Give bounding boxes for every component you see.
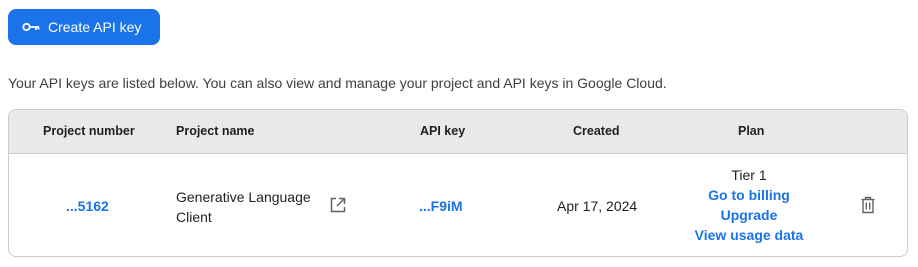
header-project-name: Project name — [176, 124, 255, 138]
plan-cell: Tier 1 Go to billing Upgrade View usage … — [649, 165, 849, 245]
header-api-key: API key — [420, 124, 466, 138]
open-in-new-icon[interactable] — [329, 196, 347, 214]
header-created: Created — [573, 124, 620, 138]
go-to-billing-link[interactable]: Go to billing — [708, 185, 790, 205]
api-keys-table: Project number Project name API key Crea… — [8, 109, 908, 257]
create-api-key-label: Create API key — [48, 19, 142, 35]
header-plan: Plan — [738, 124, 765, 138]
header-project-number: Project number — [43, 124, 135, 138]
api-key-link[interactable]: ...F9iM — [419, 198, 463, 214]
project-number-link[interactable]: ...5162 — [66, 198, 109, 214]
key-icon — [21, 17, 41, 37]
plan-tier: Tier 1 — [731, 167, 767, 183]
project-name-line1: Generative Language — [176, 189, 311, 205]
project-name: Generative Language Client — [176, 187, 311, 227]
trash-icon[interactable] — [860, 196, 876, 214]
intro-text: Your API keys are listed below. You can … — [8, 75, 667, 91]
created-date: Apr 17, 2024 — [557, 198, 638, 214]
view-usage-data-link[interactable]: View usage data — [695, 225, 804, 245]
create-api-key-button[interactable]: Create API key — [8, 9, 160, 45]
upgrade-link[interactable]: Upgrade — [721, 205, 778, 225]
table-header: Project number Project name API key Crea… — [9, 110, 907, 154]
project-name-line2: Client — [176, 209, 212, 225]
